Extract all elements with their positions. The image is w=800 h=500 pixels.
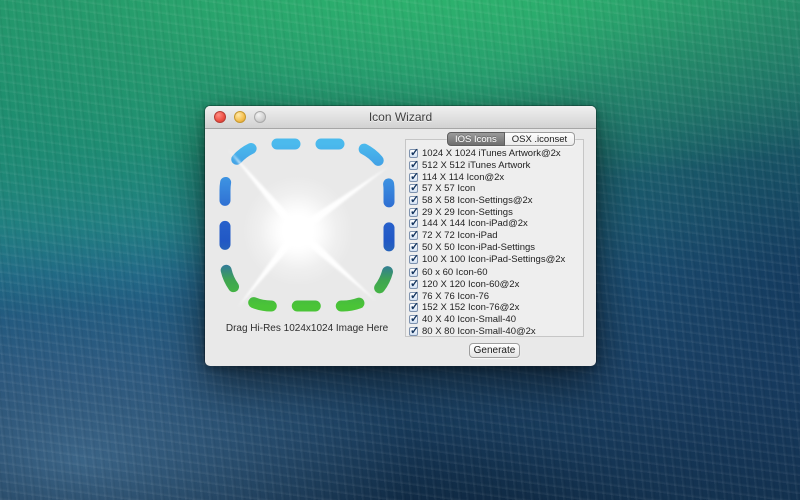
checkbox[interactable]: ✓ — [409, 292, 418, 301]
tab-bar: IOS Icons OSX .iconset — [447, 132, 575, 146]
window-content: Drag Hi-Res 1024x1024 Image Here IOS Ico… — [205, 129, 596, 366]
generate-button[interactable]: Generate — [469, 343, 520, 358]
icon-size-option[interactable]: ✓ 100 X 100 Icon-iPad-Settings@2x — [406, 253, 583, 265]
icon-size-label: 40 X 40 Icon-Small-40 — [422, 314, 516, 325]
checkbox[interactable]: ✓ — [409, 208, 418, 217]
tab-ios-icons[interactable]: IOS Icons — [447, 132, 505, 146]
checkbox[interactable]: ✓ — [409, 303, 418, 312]
icon-size-option[interactable]: ✓ 1024 X 1024 iTunes Artwork@2x — [406, 148, 583, 160]
icon-size-label: 100 X 100 Icon-iPad-Settings@2x — [422, 254, 565, 265]
icon-size-option[interactable]: ✓ 80 X 80 Icon-Small-40@2x — [406, 325, 583, 337]
icon-size-list: ✓ 1024 X 1024 iTunes Artwork@2x ✓ 512 X … — [405, 139, 584, 337]
icon-dropzone[interactable] — [213, 133, 401, 323]
icon-size-option[interactable]: ✓ 152 X 152 Icon-76@2x — [406, 302, 583, 314]
checkbox[interactable]: ✓ — [409, 255, 418, 264]
icon-size-option[interactable]: ✓ 57 X 57 Icon — [406, 183, 583, 195]
tab-osx-iconset[interactable]: OSX .iconset — [505, 132, 575, 146]
icon-wizard-window: Icon Wizard — [205, 106, 596, 365]
icon-size-label: 1024 X 1024 iTunes Artwork@2x — [422, 148, 561, 159]
icon-size-option[interactable]: ✓ 50 X 50 Icon-iPad-Settings — [406, 242, 583, 254]
checkbox[interactable]: ✓ — [409, 315, 418, 324]
icon-size-option[interactable]: ✓ 40 X 40 Icon-Small-40 — [406, 314, 583, 326]
iphone-icon-group: ✓ 1024 X 1024 iTunes Artwork@2x ✓ 512 X … — [406, 148, 583, 265]
checkbox[interactable]: ✓ — [409, 219, 418, 228]
checkbox[interactable]: ✓ — [409, 196, 418, 205]
checkbox[interactable]: ✓ — [409, 327, 418, 336]
icon-size-label: 120 X 120 Icon-60@2x — [422, 279, 519, 290]
checkbox[interactable]: ✓ — [409, 243, 418, 252]
icon-size-label: 50 X 50 Icon-iPad-Settings — [422, 242, 535, 253]
checkbox[interactable]: ✓ — [409, 184, 418, 193]
icon-size-label: 152 X 152 Icon-76@2x — [422, 302, 519, 313]
ios7-icon-group: ✓ 60 x 60 Icon-60 ✓ 120 X 120 Icon-60@2x… — [406, 267, 583, 337]
checkbox[interactable]: ✓ — [409, 231, 418, 240]
icon-size-label: 80 X 80 Icon-Small-40@2x — [422, 326, 536, 337]
icon-size-label: 512 X 512 iTunes Artwork — [422, 160, 530, 171]
checkbox[interactable]: ✓ — [409, 173, 418, 182]
icon-size-label: 60 x 60 Icon-60 — [422, 267, 488, 278]
icon-size-option[interactable]: ✓ 512 X 512 iTunes Artwork — [406, 160, 583, 172]
checkbox[interactable]: ✓ — [409, 268, 418, 277]
icon-size-option[interactable]: ✓ 114 X 114 Icon@2x — [406, 171, 583, 183]
icon-size-option[interactable]: ✓ 76 X 76 Icon-76 — [406, 290, 583, 302]
window-titlebar[interactable]: Icon Wizard — [205, 106, 596, 129]
icon-size-option[interactable]: ✓ 58 X 58 Icon-Settings@2x — [406, 195, 583, 207]
icon-size-label: 58 X 58 Icon-Settings@2x — [422, 195, 533, 206]
icon-size-option[interactable]: ✓ 120 X 120 Icon-60@2x — [406, 279, 583, 291]
checkbox[interactable]: ✓ — [409, 280, 418, 289]
checkbox[interactable]: ✓ — [409, 149, 418, 158]
icon-size-label: 57 X 57 Icon — [422, 183, 475, 194]
icon-size-label: 72 X 72 Icon-iPad — [422, 230, 498, 241]
checkbox[interactable]: ✓ — [409, 161, 418, 170]
dropzone-caption: Drag Hi-Res 1024x1024 Image Here — [213, 323, 401, 334]
icon-size-option[interactable]: ✓ 72 X 72 Icon-iPad — [406, 230, 583, 242]
window-title: Icon Wizard — [205, 106, 596, 128]
icon-size-option[interactable]: ✓ 29 X 29 Icon-Settings — [406, 206, 583, 218]
icon-size-label: 76 X 76 Icon-76 — [422, 291, 489, 302]
icon-size-option[interactable]: ✓ 60 x 60 Icon-60 — [406, 267, 583, 279]
icon-size-label: 114 X 114 Icon@2x — [422, 172, 504, 183]
icon-size-label: 144 X 144 Icon-iPad@2x — [422, 218, 528, 229]
icon-size-option[interactable]: ✓ 144 X 144 Icon-iPad@2x — [406, 218, 583, 230]
icon-size-label: 29 X 29 Icon-Settings — [422, 207, 513, 218]
desktop: Icon Wizard — [0, 0, 800, 500]
